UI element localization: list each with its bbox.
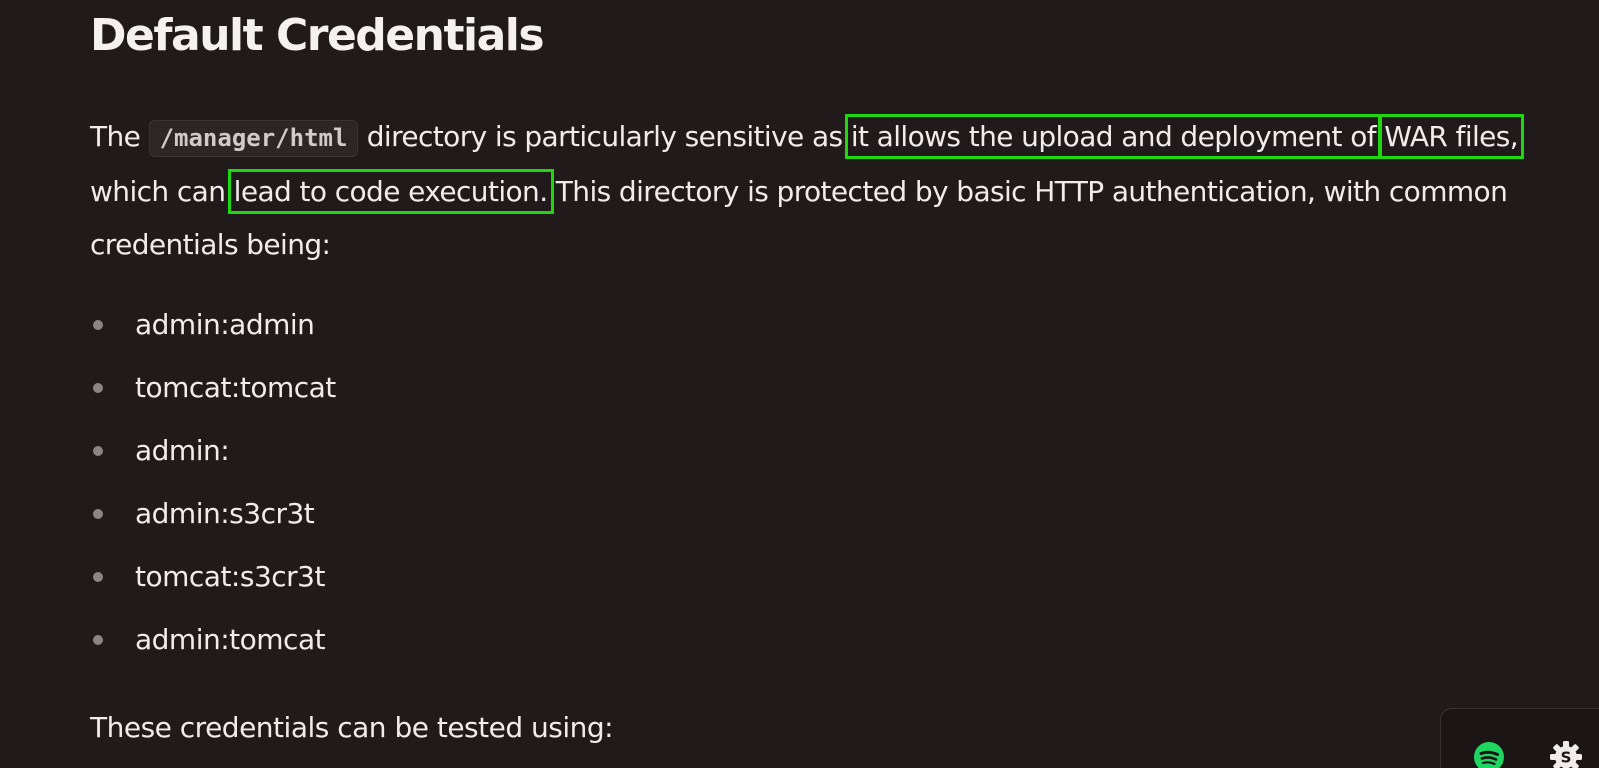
highlighted-code-execution: lead to code execution. xyxy=(227,169,554,214)
gear-letter: S xyxy=(1561,749,1572,767)
credential-text: admin: xyxy=(135,434,230,467)
bullet-icon xyxy=(93,635,103,645)
section-heading: Default Credentials xyxy=(90,10,545,61)
bullet-icon xyxy=(93,446,103,456)
paragraph-text: directory is particularly sensitive as xyxy=(358,120,851,153)
paragraph-text: which can xyxy=(90,175,234,208)
floating-widget: S xyxy=(1440,708,1599,768)
spotify-icon[interactable] xyxy=(1474,742,1504,768)
testing-intro-text: These credentials can be tested using: xyxy=(90,711,614,744)
highlighted-war-files: WAR files, xyxy=(1378,114,1525,159)
bullet-icon xyxy=(93,320,103,330)
credential-text: tomcat:tomcat xyxy=(135,371,336,404)
highlighted-upload-phrase: it allows the upload and deployment of xyxy=(844,114,1382,159)
gear-icon[interactable]: S xyxy=(1549,740,1583,768)
credential-text: admin:s3cr3t xyxy=(135,497,315,530)
list-item: tomcat:tomcat xyxy=(90,365,336,428)
list-item: admin:s3cr3t xyxy=(90,491,336,554)
paragraph-text-start: The xyxy=(90,120,149,153)
credentials-list: admin:admin tomcat:tomcat admin: admin:s… xyxy=(90,302,336,680)
inline-code-manager-path: /manager/html xyxy=(148,120,359,157)
bullet-icon xyxy=(93,509,103,519)
description-paragraph: The /manager/html directory is particula… xyxy=(90,110,1560,271)
credential-text: admin:tomcat xyxy=(135,623,326,656)
list-item: admin: xyxy=(90,428,336,491)
list-item: tomcat:s3cr3t xyxy=(90,554,336,617)
list-item: admin:admin xyxy=(90,302,336,365)
credential-text: admin:admin xyxy=(135,308,315,341)
list-item: admin:tomcat xyxy=(90,617,336,680)
bullet-icon xyxy=(93,572,103,582)
bullet-icon xyxy=(93,383,103,393)
credential-text: tomcat:s3cr3t xyxy=(135,560,325,593)
